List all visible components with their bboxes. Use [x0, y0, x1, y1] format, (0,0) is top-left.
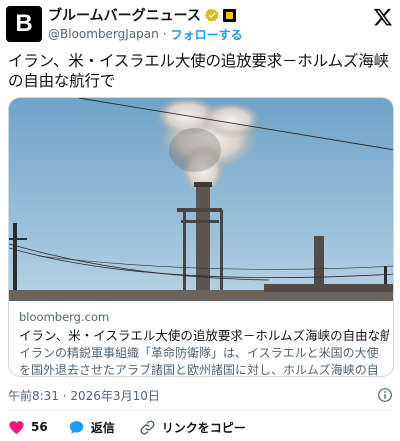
like-button[interactable]: 56: [8, 419, 48, 436]
heart-icon: [9, 420, 24, 434]
avatar-letter: B: [15, 10, 33, 37]
name-row: ブルームバーグニュース: [48, 6, 236, 24]
info-icon[interactable]: [377, 387, 393, 403]
tweet-embed-card: B ブルームバーグニュース @BloombergJapan · フォローする イ…: [0, 0, 400, 441]
avatar[interactable]: B: [6, 6, 42, 42]
follow-button[interactable]: フォローする: [171, 26, 243, 43]
article-thumbnail-image: [9, 98, 393, 301]
link-preview-card[interactable]: bloomberg.com イラン、米・イスラエル大使の追放要求－ホルムズ海峡の…: [8, 97, 394, 377]
link-title[interactable]: イラン、米・イスラエル大使の追放要求－ホルムズ海峡の自由な航行で: [19, 326, 389, 345]
separator-dot: ·: [162, 27, 167, 41]
copy-link-button[interactable]: リンクをコピー: [139, 419, 246, 436]
link-meta: bloomberg.com イラン、米・イスラエル大使の追放要求－ホルムズ海峡の…: [19, 309, 389, 377]
x-logo-icon[interactable]: [373, 7, 393, 27]
action-bar: 56 返信 リンクをコピー: [8, 418, 246, 436]
copy-link-label: リンクをコピー: [161, 420, 246, 435]
reply-label: 返信: [90, 420, 115, 435]
timestamp[interactable]: 午前8:31 · 2026年3月10日: [8, 387, 160, 403]
verified-badge-icon: [204, 8, 219, 22]
tweet-text: イラン、米・イスラエル大使の追放要求－ホルムズ海峡の自由な航行で: [8, 52, 389, 90]
handle-row: @BloombergJapan · フォローする: [48, 26, 243, 42]
reply-bubble-icon: [69, 420, 83, 434]
reply-button[interactable]: 返信: [68, 419, 115, 436]
link-icon: [140, 419, 155, 435]
affiliate-badge-icon: [222, 8, 236, 22]
account-name[interactable]: ブルームバーグニュース: [48, 5, 201, 25]
divider: [8, 410, 394, 411]
link-description: イランの精鋭軍事組織「革命防衛隊」は、イスラエルと米国の大使を国外退去させたアラ…: [19, 346, 379, 377]
link-domain: bloomberg.com: [19, 310, 110, 324]
account-handle[interactable]: @BloombergJapan: [48, 27, 159, 41]
like-count: 56: [31, 420, 48, 434]
